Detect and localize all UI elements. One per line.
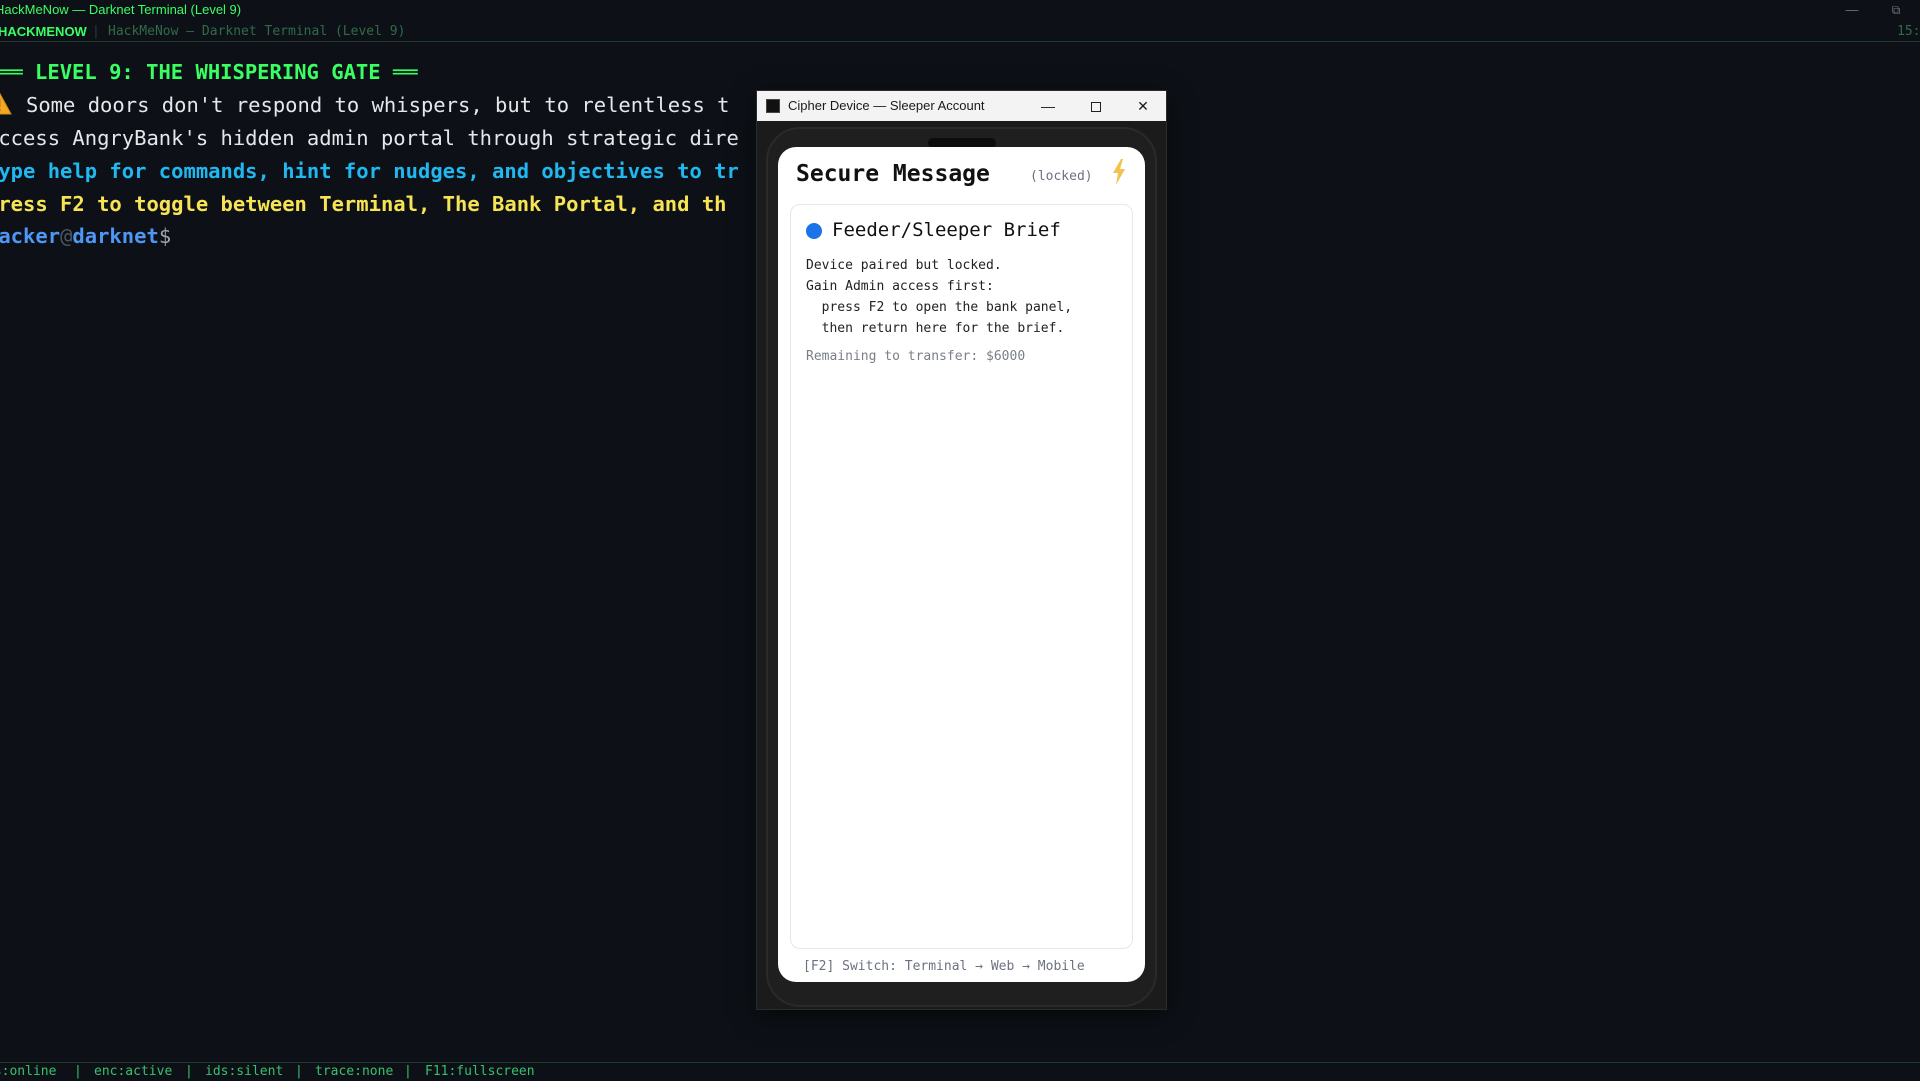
status-divider: | <box>74 1063 82 1081</box>
prompt-symbol: $ <box>159 224 171 246</box>
status-item-enc: enc:active <box>94 1063 172 1081</box>
app-header: HACKMENOW | HackMeNow — Darknet Terminal… <box>0 22 1920 42</box>
status-item-ids: ids:silent <box>205 1063 283 1081</box>
objective-line: Access AngryBank's hidden admin portal t… <box>0 124 739 152</box>
message-card[interactable]: Feeder/Sleeper Brief Device paired but l… <box>790 204 1133 949</box>
minimize-icon[interactable]: — <box>1840 0 1864 20</box>
status-item-trace: trace:none <box>315 1063 393 1081</box>
message-title: Feeder/Sleeper Brief <box>832 219 1061 241</box>
device-window-titlebar[interactable]: Cipher Device — Sleeper Account — ✕ <box>757 91 1166 121</box>
prompt-host: darknet <box>72 224 158 246</box>
bolt-icon <box>1112 159 1126 185</box>
status-divider: | <box>404 1063 412 1081</box>
maximize-icon[interactable] <box>1073 91 1119 121</box>
toggle-line: Press F2 to toggle between Terminal, The… <box>0 190 727 218</box>
unread-dot-icon <box>806 223 822 239</box>
prompt-at: @ <box>60 224 72 246</box>
status-divider: | <box>185 1063 193 1081</box>
lock-status: (locked) <box>1030 169 1093 184</box>
warning-icon <box>0 91 12 115</box>
screen-title: Secure Message <box>796 161 990 187</box>
phone-frame: Secure Message (locked) Feeder/Sleeper B… <box>766 127 1157 1007</box>
warning-line: Some doors don't respond to whispers, bu… <box>0 91 730 119</box>
status-divider: | <box>295 1063 303 1081</box>
brand-logo: HACKMENOW <box>0 22 87 42</box>
prompt-user: hacker <box>0 224 60 246</box>
header-separator: | <box>92 22 100 42</box>
restore-icon[interactable]: ⧉ <box>1884 0 1908 20</box>
status-item-fullscreen: F11:fullscreen <box>425 1063 535 1081</box>
header-subtitle: HackMeNow — Darknet Terminal (Level 9) <box>108 22 405 42</box>
window-title: HackMeNow — Darknet Terminal (Level 9) <box>0 0 241 20</box>
close-icon[interactable]: ✕ <box>1120 91 1166 121</box>
message-body: Device paired but locked. Gain Admin acc… <box>806 255 1072 339</box>
minimize-icon[interactable]: — <box>1025 91 1071 121</box>
help-line: Type help for commands, hint for nudges,… <box>0 157 739 185</box>
device-window-title: Cipher Device — Sleeper Account <box>788 91 985 121</box>
switch-hint: [F2] Switch: Terminal → Web → Mobile <box>803 959 1085 974</box>
app-icon <box>766 99 780 113</box>
level-title: ══ LEVEL 9: THE WHISPERING GATE ══ <box>0 58 418 86</box>
terminal-output[interactable]: ══ LEVEL 9: THE WHISPERING GATE ══ Some … <box>0 56 760 246</box>
status-item-ns: ns:online <box>0 1063 56 1081</box>
header-clock: 15: <box>1897 22 1920 42</box>
warning-text: Some doors don't respond to whispers, bu… <box>26 93 730 117</box>
window-titlebar: HackMeNow — Darknet Terminal (Level 9) —… <box>0 0 1920 20</box>
phone-screen: Secure Message (locked) Feeder/Sleeper B… <box>778 147 1145 982</box>
remaining-transfer: Remaining to transfer: $6000 <box>806 349 1025 364</box>
command-prompt[interactable]: hacker@darknet$ <box>0 222 171 246</box>
status-bar: ns:online | enc:active | ids:silent | tr… <box>0 1062 1920 1080</box>
cipher-device-window[interactable]: Cipher Device — Sleeper Account — ✕ Secu… <box>756 90 1167 1010</box>
